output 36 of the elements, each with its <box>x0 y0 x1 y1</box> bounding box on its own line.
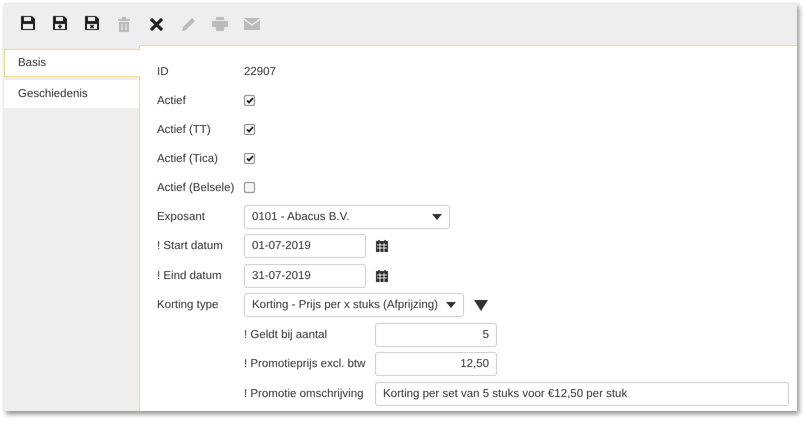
field-label: ! Start datum <box>157 240 224 252</box>
tab[interactable]: Basis <box>4 49 140 77</box>
printer-icon <box>212 17 228 31</box>
calendar-icon[interactable] <box>376 270 388 282</box>
pencil-icon <box>180 16 196 32</box>
calendar-icon[interactable] <box>376 240 388 252</box>
checkbox[interactable] <box>244 124 255 135</box>
date-field[interactable]: 01-07-2019 <box>244 234 366 258</box>
filter-triangle-icon[interactable] <box>474 300 488 311</box>
checkbox[interactable] <box>244 182 255 193</box>
input-field[interactable]: 5 <box>375 322 497 347</box>
field-label: ! Promotie omschrijving <box>244 388 365 400</box>
dropdown[interactable]: 0101 - Abacus B.V. <box>244 204 450 229</box>
field-label: ! Promotieprijs excl. btw <box>244 358 366 370</box>
field-label: Actief (Belsele) <box>157 182 236 194</box>
tab[interactable]: Geschiedenis <box>4 80 139 108</box>
close-icon <box>148 16 164 32</box>
field-label: Exposant <box>157 210 206 223</box>
field-value: 22907 <box>244 66 277 78</box>
input-field[interactable]: 12,50 <box>375 352 497 376</box>
field-label: ID <box>157 66 170 78</box>
dropdown[interactable]: Korting - Prijs per x stuks (Afprijzing) <box>244 293 464 318</box>
checkbox[interactable] <box>244 153 255 164</box>
field-label: Korting type <box>157 299 220 312</box>
field-label: ! Geldt bij aantal <box>244 328 328 341</box>
field-label: Actief (TT) <box>157 124 212 136</box>
caret-icon <box>446 302 456 308</box>
mail-icon <box>244 18 260 30</box>
field-label: Actief <box>157 94 187 106</box>
input-field[interactable]: Korting per set van 5 stuks voor €12,50 per stuk <box>375 382 789 406</box>
checkbox[interactable] <box>244 95 255 106</box>
date-field[interactable]: 31-07-2019 <box>244 264 366 288</box>
trash-icon <box>118 16 130 32</box>
caret-icon <box>432 214 442 220</box>
field-label: Actief (Tica) <box>157 152 219 164</box>
field-label: ! Eind datum <box>157 270 223 282</box>
